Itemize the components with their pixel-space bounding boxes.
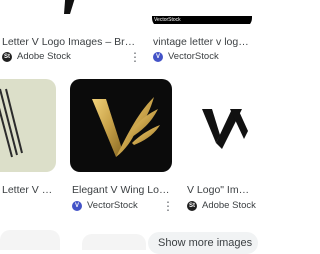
result-title[interactable]: Letter V M... — [2, 184, 58, 196]
result-title[interactable]: Letter V Logo Images – Brow... — [2, 36, 136, 48]
more-options-icon[interactable]: ⋮ — [162, 200, 174, 212]
result-title[interactable]: V Logo" Image — [187, 184, 250, 196]
black-v-logo — [202, 109, 248, 149]
v-lines-graphic — [0, 88, 23, 158]
vectorstock-watermark-banner: VectorStock — [152, 16, 252, 24]
adobe-stock-icon: St — [2, 51, 12, 62]
gold-v-wing-logo — [92, 97, 160, 157]
result-thumbnail[interactable] — [186, 79, 256, 172]
vectorstock-icon: V — [153, 51, 163, 62]
result-source[interactable]: St Adobe Stock — [2, 51, 71, 62]
result-title[interactable]: vintage letter v logo cla — [153, 36, 250, 48]
result-thumbnail[interactable] — [0, 79, 56, 172]
partial-thumbnail[interactable] — [82, 234, 146, 250]
source-label: VectorStock — [168, 51, 219, 62]
result-source[interactable]: V VectorStock — [72, 200, 138, 211]
v-stroke-graphic — [64, 0, 75, 14]
show-more-label: Show more images — [158, 237, 253, 249]
partial-thumbnail[interactable] — [0, 230, 60, 250]
result-source[interactable]: St Adobe Stock — [187, 200, 256, 211]
result-thumbnail[interactable] — [70, 79, 172, 172]
banner-text: VectorStock — [154, 17, 181, 23]
adobe-stock-icon: St — [187, 200, 197, 211]
source-label: Adobe Stock — [17, 51, 71, 62]
show-more-images-button[interactable]: Show more images — [148, 232, 258, 254]
vectorstock-icon: V — [72, 200, 82, 211]
result-source[interactable]: V VectorStock — [153, 51, 219, 62]
result-thumbnail[interactable] — [0, 0, 134, 32]
result-thumbnail[interactable]: VectorStock — [152, 0, 252, 28]
more-options-icon[interactable]: ⋮ — [129, 51, 141, 63]
source-label: VectorStock — [87, 200, 138, 211]
result-title[interactable]: Elegant V Wing Logo... — [72, 184, 170, 196]
source-label: Adobe Stock — [202, 200, 256, 211]
